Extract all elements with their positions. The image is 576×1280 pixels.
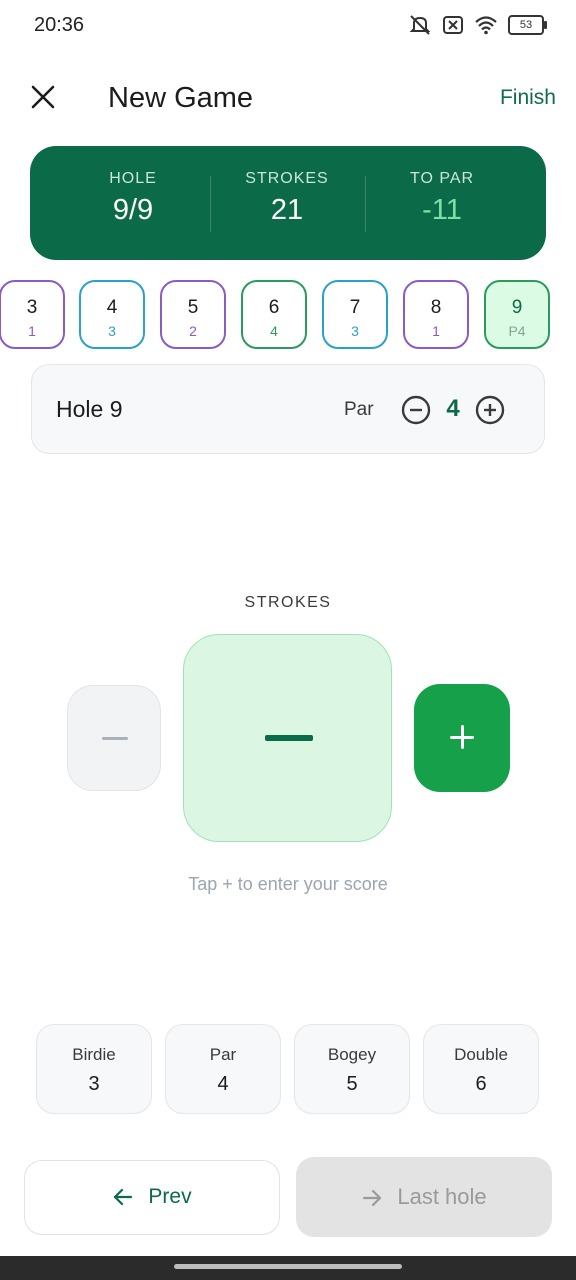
quick-score-value: 6 (475, 1073, 487, 1095)
hole-number: 7 (349, 297, 361, 318)
page-title: New Game (108, 82, 254, 114)
stroke-decrease-button[interactable] (67, 685, 161, 791)
hole-number: 3 (26, 297, 38, 318)
quick-score-value: 3 (88, 1073, 100, 1095)
quick-score-value: 4 (217, 1073, 229, 1095)
hole-score: 2 (189, 323, 197, 339)
hole-number: 8 (430, 297, 442, 318)
hole-chip-4[interactable]: 4 3 (79, 280, 145, 349)
hole-score: 1 (28, 323, 36, 339)
quick-score-birdie[interactable]: Birdie 3 (36, 1024, 152, 1114)
quick-score-par[interactable]: Par 4 (165, 1024, 281, 1114)
stroke-count-display (183, 634, 392, 842)
to-par-value: -11 (422, 194, 462, 226)
divider (365, 176, 366, 232)
hole-chip-6[interactable]: 6 4 (241, 280, 307, 349)
hole-chip-5[interactable]: 5 2 (160, 280, 226, 349)
quick-score-label: Bogey (327, 1045, 377, 1064)
par-increase-icon[interactable] (475, 395, 505, 425)
plus-icon-vertical (460, 725, 464, 749)
quick-score-bogey[interactable]: Bogey 5 (294, 1024, 410, 1114)
score-hint: Tap + to enter your score (188, 874, 388, 894)
hole-number: 9 (511, 297, 523, 318)
hole-summary: HOLE 9/9 (58, 146, 208, 260)
divider (210, 176, 211, 232)
quick-score-label: Double (454, 1045, 508, 1064)
last-hole-button[interactable]: Last hole (296, 1157, 552, 1237)
quick-score-double[interactable]: Double 6 (423, 1024, 539, 1114)
hole-chip-7[interactable]: 7 3 (322, 280, 388, 349)
hole-number: 5 (187, 297, 199, 318)
hole-score: P4 (508, 323, 526, 339)
quick-score-value: 5 (346, 1073, 358, 1095)
to-par-label: TO PAR (409, 170, 475, 187)
strokes-heading: STROKES (244, 594, 332, 611)
hole-number: 6 (268, 297, 280, 318)
par-decrease-icon[interactable] (401, 395, 431, 425)
close-icon[interactable] (28, 82, 58, 112)
hole-chip-9[interactable]: 9 P4 (484, 280, 550, 349)
status-time: 20:36 (34, 14, 85, 36)
arrow-right-icon (363, 1190, 382, 1207)
stroke-increase-button[interactable] (414, 684, 510, 792)
strokes-label: STROKES (245, 170, 329, 187)
par-label: Par (344, 399, 374, 420)
last-hole-label: Last hole (397, 1184, 487, 1209)
hole-label: HOLE (109, 170, 157, 187)
home-handle[interactable] (174, 1264, 402, 1269)
summary-card: HOLE 9/9 STROKES 21 TO PAR -11 (30, 146, 546, 260)
sim-error-icon (443, 16, 463, 34)
hole-score: 1 (432, 323, 440, 339)
quick-score-label: Par (209, 1045, 237, 1064)
hole-score: 3 (351, 323, 359, 339)
empty-score-dash (265, 735, 313, 741)
quick-score-label: Birdie (72, 1045, 116, 1064)
minus-icon (102, 737, 128, 740)
strokes-summary: STROKES 21 (212, 146, 362, 260)
prev-label: Prev (148, 1185, 192, 1208)
strokes-value: 21 (270, 194, 304, 226)
hole-score: 4 (270, 323, 278, 339)
finish-button[interactable]: Finish (500, 86, 556, 110)
battery-icon: 53 (508, 15, 547, 35)
wifi-icon (475, 16, 497, 35)
to-par-summary: TO PAR -11 (367, 146, 517, 260)
hole-chip-3[interactable]: 3 1 (0, 280, 65, 349)
hole-number: 4 (106, 297, 118, 318)
hole-title: Hole 9 (56, 396, 123, 422)
hole-chip-8[interactable]: 8 1 (403, 280, 469, 349)
prev-button[interactable]: Prev (24, 1160, 280, 1235)
status-icons: 53 (408, 14, 547, 36)
par-value: 4 (446, 395, 460, 422)
arrow-left-icon (114, 1189, 133, 1206)
hole-score: 3 (108, 323, 116, 339)
hole-value: 9/9 (112, 194, 154, 226)
mute-icon (409, 15, 431, 35)
